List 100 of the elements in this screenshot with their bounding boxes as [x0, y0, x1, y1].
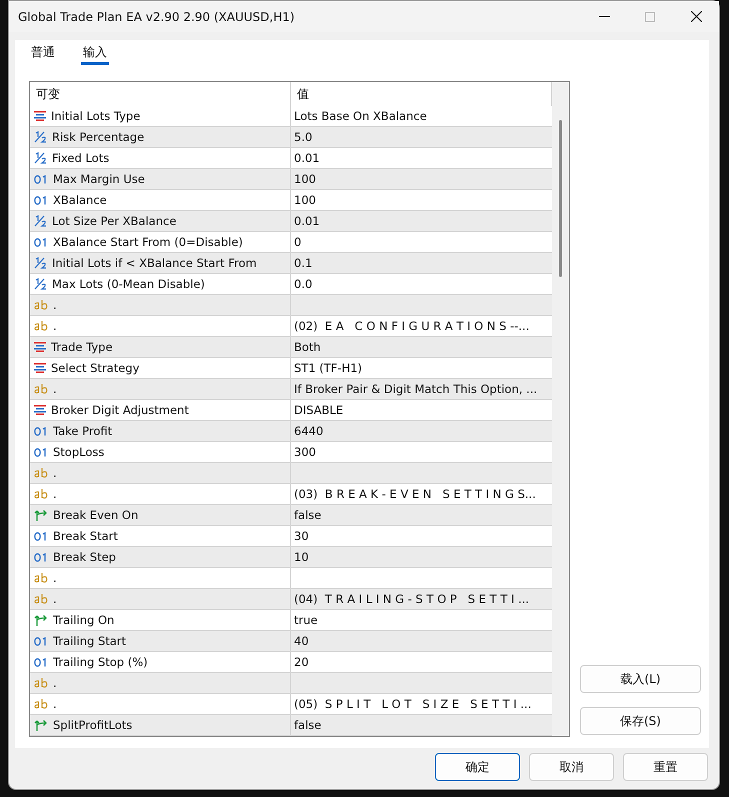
parameter-value[interactable]: 40 — [294, 634, 309, 648]
parameter-name-cell[interactable]: Trade Type — [30, 337, 291, 357]
parameter-name-cell[interactable]: Initial Lots Type — [30, 106, 291, 126]
parameter-name-cell[interactable]: StopLoss — [30, 442, 291, 462]
parameter-name: . — [53, 697, 57, 711]
dialog-button[interactable]: 重置 — [623, 753, 708, 781]
parameter-name-cell[interactable]: Initial Lots if < XBalance Start From — [30, 253, 291, 273]
parameter-name: Take Profit — [53, 424, 112, 438]
dialog-button[interactable]: 取消 — [529, 753, 614, 781]
parameter-name-cell[interactable]: . — [30, 589, 291, 609]
parameter-value[interactable]: false — [294, 508, 322, 522]
parameter-name: Lot Size Per XBalance — [52, 214, 176, 228]
parameter-name-cell[interactable]: . — [30, 568, 291, 588]
branch-arrow-icon — [34, 508, 48, 522]
parameter-name: Trailing Stop (%) — [53, 655, 148, 669]
parameter-value[interactable]: (05) S P L I T L O T S I Z E S E T T I ... — [294, 697, 532, 711]
parameter-value[interactable]: Lots Base On XBalance — [294, 109, 427, 123]
parameter-name: Trade Type — [51, 340, 113, 354]
text-icon — [34, 489, 48, 499]
parameter-name-cell[interactable]: Max Lots (0-Mean Disable) — [30, 274, 291, 294]
parameter-name-cell[interactable]: Select Strategy — [30, 358, 291, 378]
parameter-name-cell[interactable]: Trailing Stop (%) — [30, 652, 291, 672]
parameter-name-cell[interactable]: . — [30, 316, 291, 336]
parameter-value[interactable]: (02) E A C O N F I G U R A T I O N S --... — [294, 319, 530, 333]
parameter-name-cell[interactable]: Break Start — [30, 526, 291, 546]
parameter-value[interactable]: 6440 — [294, 424, 324, 438]
parameter-name-cell[interactable]: Trailing On — [30, 610, 291, 630]
fraction-icon — [34, 278, 47, 290]
integer-icon — [34, 636, 48, 646]
parameter-name: Initial Lots if < XBalance Start From — [52, 256, 257, 270]
integer-icon — [34, 532, 48, 540]
parameter-value[interactable]: 20 — [294, 655, 309, 669]
integer-icon — [34, 196, 48, 204]
parameter-value[interactable]: If Broker Pair & Digit Match This Option, ... — [294, 382, 538, 396]
parameter-name-cell[interactable]: SplitProfitLots — [30, 715, 291, 735]
maximize-icon — [645, 12, 655, 22]
parameter-name: Max Lots (0-Mean Disable) — [52, 277, 205, 291]
integer-icon — [34, 552, 48, 562]
parameter-name-cell[interactable]: Trailing Start — [30, 631, 291, 651]
text-icon — [34, 699, 48, 709]
parameter-name-cell[interactable]: Break Step — [30, 547, 291, 567]
parameter-name-cell[interactable]: Fixed Lots — [30, 148, 291, 168]
parameter-name-cell[interactable]: Take Profit — [30, 421, 291, 441]
parameter-name-cell[interactable]: Lot Size Per XBalance — [30, 211, 291, 231]
parameter-name-cell[interactable]: Risk Percentage — [30, 127, 291, 147]
dialog-button[interactable]: 确定 — [435, 753, 520, 781]
parameter-name: Fixed Lots — [52, 151, 110, 165]
parameter-value[interactable]: 0.01 — [294, 151, 320, 165]
tab[interactable]: 普通 — [29, 44, 57, 65]
parameter-name-cell[interactable]: Break Even On — [30, 505, 291, 525]
parameter-value[interactable]: 0.0 — [294, 277, 312, 291]
parameter-name: Trailing Start — [53, 634, 126, 648]
parameter-value[interactable]: 30 — [294, 529, 309, 543]
parameter-name: Initial Lots Type — [51, 109, 140, 123]
parameter-name: Max Margin Use — [53, 172, 145, 186]
side-button[interactable]: 保存(S) — [580, 707, 701, 735]
parameter-value[interactable]: 300 — [294, 445, 316, 459]
integer-icon — [34, 658, 48, 666]
parameter-name: . — [53, 571, 57, 585]
parameter-name-cell[interactable]: Max Margin Use — [30, 169, 291, 189]
list-icon — [34, 363, 46, 373]
side-button[interactable]: 载入(L) — [580, 665, 701, 693]
parameter-value[interactable]: 10 — [294, 550, 309, 564]
parameter-name-cell[interactable]: . — [30, 694, 291, 714]
parameter-value[interactable]: (04) T R A I L I N G - S T O P S E T T I ... — [294, 592, 530, 606]
parameter-name: . — [53, 592, 57, 606]
parameter-name-cell[interactable]: . — [30, 484, 291, 504]
text-icon — [34, 321, 48, 331]
fraction-icon — [34, 257, 47, 269]
parameter-name: . — [53, 676, 57, 690]
parameter-name-cell[interactable]: XBalance Start From (0=Disable) — [30, 232, 291, 252]
parameter-value[interactable]: 0.1 — [294, 256, 312, 270]
parameter-name-cell[interactable]: . — [30, 379, 291, 399]
tab[interactable]: 输入 — [81, 44, 109, 65]
parameter-name: XBalance — [53, 193, 107, 207]
parameter-name: SplitProfitLots — [53, 718, 132, 732]
parameter-name: XBalance Start From (0=Disable) — [53, 235, 243, 249]
parameter-name-cell[interactable]: Broker Digit Adjustment — [30, 400, 291, 420]
parameter-value[interactable]: (03) B R E A K - E V E N S E T T I N G S... — [294, 487, 536, 501]
parameter-name: Break Step — [53, 550, 116, 564]
close-icon — [690, 11, 702, 22]
integer-icon — [34, 448, 48, 456]
parameter-value[interactable]: 5.0 — [294, 130, 312, 144]
parameter-name-cell[interactable]: XBalance — [30, 190, 291, 210]
parameter-value[interactable]: 0 — [294, 235, 302, 249]
parameter-value[interactable]: true — [294, 613, 318, 627]
parameter-name: StopLoss — [53, 445, 104, 459]
parameter-value[interactable]: 0.01 — [294, 214, 320, 228]
branch-arrow-icon — [34, 614, 48, 626]
parameter-value[interactable]: 100 — [294, 193, 316, 207]
parameter-value[interactable]: 100 — [294, 172, 316, 186]
parameter-value[interactable]: DISABLE — [294, 403, 344, 417]
parameter-name: . — [53, 382, 57, 396]
scroll-thumb[interactable] — [559, 120, 562, 277]
parameter-name: . — [53, 487, 57, 501]
parameter-value[interactable]: Both — [294, 340, 321, 354]
parameter-value[interactable]: false — [294, 718, 322, 732]
scrollbar[interactable] — [552, 82, 569, 736]
list-icon — [34, 111, 46, 121]
parameter-value[interactable]: ST1 (TF-H1) — [294, 361, 362, 375]
